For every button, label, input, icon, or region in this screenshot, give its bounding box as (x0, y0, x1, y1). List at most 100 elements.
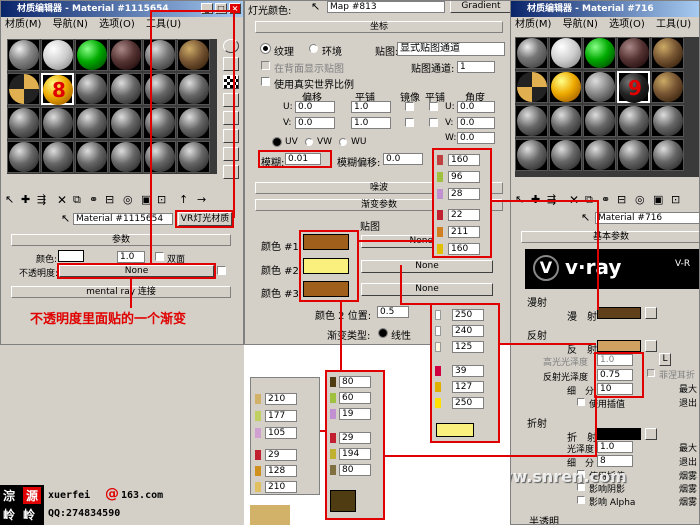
right-slot-17[interactable] (549, 139, 582, 171)
right-slot-3[interactable] (583, 37, 616, 69)
color2-map-button[interactable]: None (361, 260, 493, 273)
env-radio[interactable] (309, 44, 318, 53)
p3-red-field[interactable]: 210 (265, 393, 297, 405)
map-name-field[interactable]: Map #813 (327, 1, 445, 13)
p3-val-field[interactable]: 210 (265, 481, 297, 493)
make-unique-icon[interactable]: ⚭ (89, 193, 98, 206)
slot-11[interactable] (143, 73, 176, 105)
left-params-rollout[interactable]: 参数 (11, 234, 231, 246)
right-slot-8[interactable] (583, 71, 616, 103)
wu-radio[interactable] (339, 138, 347, 146)
p3-green-field[interactable]: 177 (265, 410, 297, 422)
p1-red-field[interactable]: 160 (448, 154, 480, 166)
v-mirror-checkbox[interactable] (405, 118, 414, 127)
video-check-icon[interactable] (223, 111, 239, 125)
right-end-result-icon[interactable]: ⊡ (671, 193, 680, 206)
p4-green-field[interactable]: 60 (339, 392, 371, 404)
slot-19[interactable] (7, 141, 40, 173)
v-offset-field[interactable]: 0.0 (295, 117, 335, 129)
slot-10[interactable] (109, 73, 142, 105)
right-slot-10[interactable] (651, 71, 684, 103)
menu-navigation[interactable]: 导航(N) (53, 19, 88, 30)
maximize-icon[interactable]: □ (215, 3, 227, 14)
right-slot-6[interactable] (515, 71, 548, 103)
slot-16[interactable] (109, 107, 142, 139)
slot-17[interactable] (143, 107, 176, 139)
right-slot-20[interactable] (651, 139, 684, 171)
u-mirror-checkbox[interactable] (405, 102, 414, 111)
right-slot-5[interactable] (651, 37, 684, 69)
diffuse-swatch[interactable] (597, 307, 641, 319)
right-pick-icon[interactable]: ↖ (581, 211, 590, 224)
slot-5[interactable] (143, 39, 176, 71)
opacity-map-checkbox[interactable] (217, 266, 226, 275)
slot-21[interactable] (75, 141, 108, 173)
right-slot-13[interactable] (583, 105, 616, 137)
slot-13[interactable] (7, 107, 40, 139)
right-show-map-icon[interactable]: ▣ (653, 193, 663, 206)
refr-gloss-field[interactable]: 1.0 (597, 441, 633, 453)
refract-map-button[interactable] (645, 428, 657, 440)
p2-blue-field[interactable]: 125 (452, 341, 484, 353)
right-menu-material[interactable]: 材质(M) (515, 19, 551, 30)
right-slot-12[interactable] (549, 105, 582, 137)
p4-hue-field[interactable]: 29 (339, 432, 371, 444)
right-slot-1[interactable] (515, 37, 548, 69)
right-effects-icon[interactable]: ◎ (635, 193, 645, 206)
right-slot-2[interactable] (549, 37, 582, 69)
slot-18[interactable] (177, 107, 210, 139)
right-slot-7[interactable] (549, 71, 582, 103)
put-to-library-icon[interactable]: ⊟ (105, 193, 114, 206)
coords-rollout[interactable]: 坐标 (255, 21, 503, 33)
p3-blue-field[interactable]: 105 (265, 427, 297, 439)
close-icon[interactable]: × (229, 3, 241, 14)
v-angle-field[interactable]: 0.0 (457, 117, 495, 129)
p4-red-field[interactable]: 80 (339, 376, 371, 388)
select-by-material-icon[interactable] (223, 165, 239, 179)
vw-radio[interactable] (305, 138, 313, 146)
uv-tiling-icon[interactable] (223, 93, 239, 107)
u-tile-checkbox[interactable] (429, 102, 438, 111)
u-tiling-field[interactable]: 1.0 (351, 101, 391, 113)
left-color-swatch[interactable] (58, 250, 84, 262)
get-material-icon[interactable]: ↖ (5, 193, 14, 206)
show-end-result-icon[interactable]: ⊡ (157, 193, 166, 206)
background-icon[interactable] (223, 75, 239, 89)
right-library-icon[interactable]: ⊟ (617, 193, 626, 206)
right-slot-11[interactable] (515, 105, 548, 137)
right-slot-14[interactable] (617, 105, 650, 137)
slot-1[interactable] (7, 39, 40, 71)
p4-sat-field[interactable]: 194 (339, 448, 371, 460)
color3-map-button[interactable]: None (361, 283, 493, 296)
make-copy-icon[interactable]: ⧉ (73, 193, 81, 207)
show-in-viewport-checkbox[interactable] (261, 61, 270, 70)
slot-20[interactable] (41, 141, 74, 173)
left-material-name-field[interactable]: Material #1115654 (73, 213, 173, 225)
p2-red-field[interactable]: 250 (452, 309, 484, 321)
right-menu-options[interactable]: 选项(O) (609, 19, 645, 30)
linear-radio[interactable] (378, 328, 388, 338)
reset-map-icon[interactable]: ✕ (57, 193, 67, 207)
slot-3[interactable] (75, 39, 108, 71)
p2-green-field[interactable]: 240 (452, 325, 484, 337)
p1-hue-field[interactable]: 22 (448, 209, 480, 221)
refract-swatch[interactable] (597, 428, 641, 440)
options-icon[interactable] (223, 147, 239, 161)
slot-2[interactable] (41, 39, 74, 71)
slot-4[interactable] (109, 39, 142, 71)
real-world-checkbox[interactable] (261, 77, 270, 86)
mapping-dropdown[interactable]: 显式贴图通道 (397, 42, 505, 56)
make-preview-icon[interactable] (223, 129, 239, 143)
right-slot-9[interactable]: 9 (617, 71, 650, 103)
assign-material-icon[interactable]: ⇶ (37, 193, 46, 206)
u-offset-field[interactable]: 0.0 (295, 101, 335, 113)
backlight-icon[interactable] (223, 57, 239, 71)
p1-green-field[interactable]: 96 (448, 171, 480, 183)
use-interp-checkbox[interactable] (577, 398, 585, 406)
uv-radio[interactable] (272, 137, 282, 147)
u-angle-field[interactable]: 0.0 (457, 101, 495, 113)
reflect-map-button[interactable] (645, 340, 657, 352)
slot-14[interactable] (41, 107, 74, 139)
color2-pos-field[interactable]: 0.5 (377, 306, 409, 318)
affect-alpha-checkbox[interactable] (577, 496, 585, 504)
